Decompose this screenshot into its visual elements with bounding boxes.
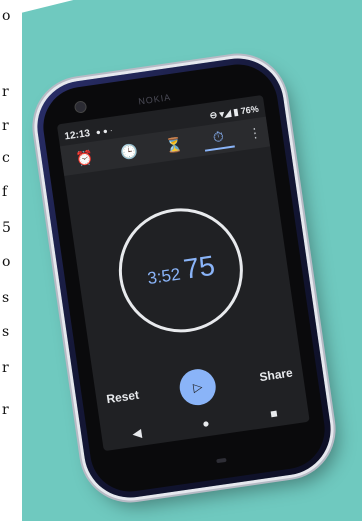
- text-fragment: r: [2, 402, 9, 418]
- text-fragment: 5: [2, 220, 11, 236]
- text-fragment: o: [2, 8, 11, 24]
- bottom-mic: [216, 457, 227, 464]
- recents-icon[interactable]: ■: [269, 406, 278, 421]
- clock-app-screen: 12:13 ● ● · ⊖ ▾◢ ▮ 76% ⏰ 🕒 ⏳ ⏱ ⋮ 3:5275: [56, 94, 310, 452]
- photo-scene: o r r c f 5 o s s r r NOKIA 12:13 ● ● · …: [0, 0, 362, 521]
- home-icon[interactable]: ●: [201, 416, 210, 431]
- elapsed-minutes-seconds: 3:52: [146, 264, 182, 289]
- share-button[interactable]: Share: [259, 366, 294, 385]
- text-fragment: s: [2, 290, 10, 306]
- overflow-menu-icon[interactable]: ⋮: [247, 125, 262, 143]
- play-button[interactable]: ▷: [177, 366, 219, 408]
- notification-icons: ● ● ·: [95, 125, 114, 137]
- stopwatch-ring: 3:5275: [110, 200, 252, 341]
- text-fragment: c: [2, 150, 10, 166]
- front-camera-icon: [73, 100, 88, 114]
- status-time: 12:13: [63, 127, 91, 143]
- reset-button[interactable]: Reset: [106, 388, 140, 407]
- text-fragment: r: [2, 118, 9, 134]
- alarm-icon[interactable]: ⏰: [68, 147, 100, 168]
- stopwatch-icon[interactable]: ⏱: [202, 126, 235, 152]
- clock-icon[interactable]: 🕒: [113, 141, 145, 162]
- text-fragment: r: [2, 360, 9, 376]
- back-icon[interactable]: ◀: [131, 426, 142, 441]
- play-icon: ▷: [192, 379, 204, 395]
- timer-icon[interactable]: ⏳: [158, 135, 190, 156]
- text-fragment: o: [2, 254, 11, 270]
- elapsed-time: 3:5275: [145, 250, 217, 291]
- text-fragment: f: [2, 184, 8, 200]
- left-page-text-strip: o r r c f 5 o s s r r: [0, 0, 22, 521]
- brand-logo: NOKIA: [137, 92, 172, 107]
- text-fragment: s: [2, 324, 10, 340]
- text-fragment: r: [2, 84, 9, 100]
- elapsed-hundredths: 75: [181, 249, 217, 285]
